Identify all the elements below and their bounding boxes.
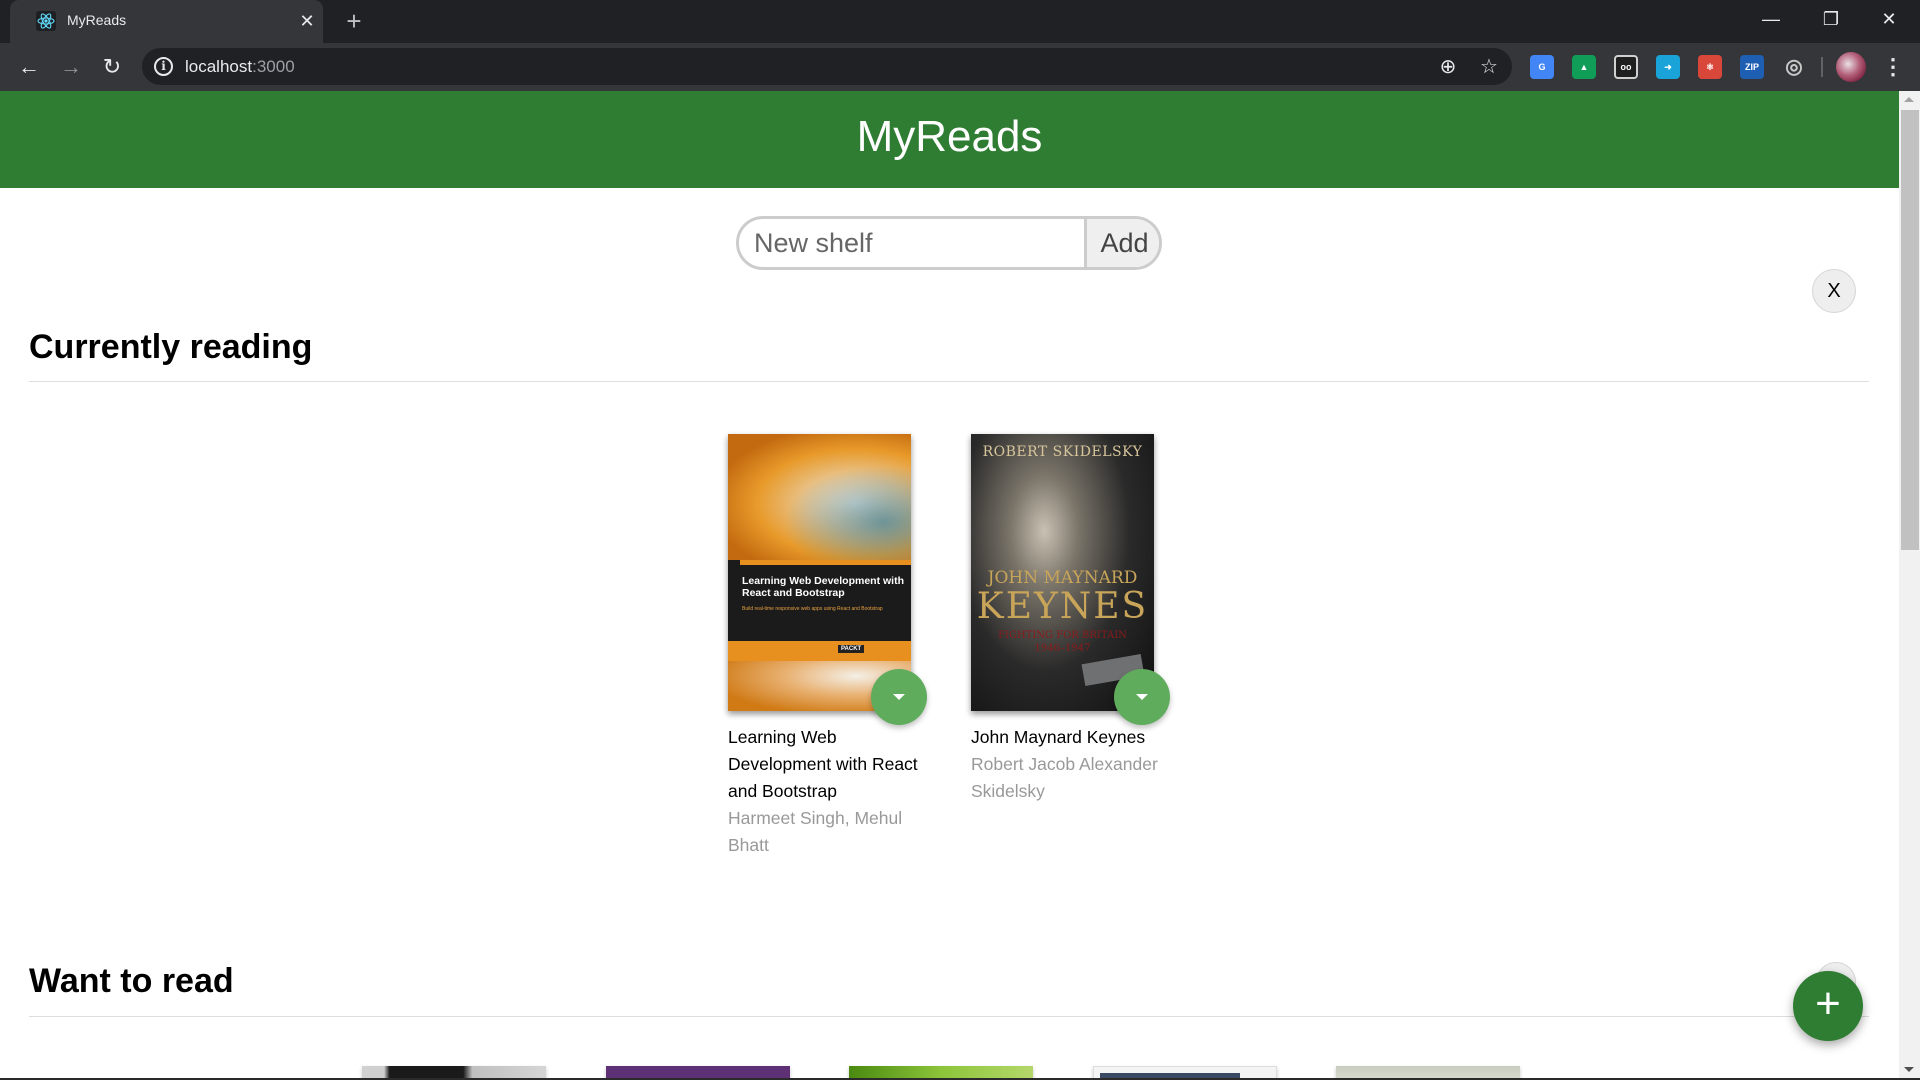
book-authors: Robert Jacob Alexander Skidelsky (971, 754, 1158, 801)
app-title: MyReads (856, 112, 1043, 161)
cover-publisher: PACKT (838, 645, 865, 653)
shelf-divider (29, 1016, 1869, 1017)
shelf-changer-button[interactable] (871, 669, 927, 725)
back-arrow-icon[interactable]: ← (14, 52, 44, 82)
new-shelf-input[interactable] (739, 219, 1085, 267)
forward-arrow-icon[interactable]: → (56, 52, 86, 82)
react-favicon-icon (36, 11, 56, 31)
new-shelf-form: Add (736, 216, 1162, 270)
new-tab-button[interactable]: + (340, 8, 368, 36)
shelf-divider (29, 381, 1869, 382)
shelf-currently-reading: Currently reading (29, 328, 1869, 888)
toolbar-divider (1821, 57, 1823, 77)
shelf-changer-button[interactable] (1114, 669, 1170, 725)
cover-author: ROBERT SKIDELSKY (982, 444, 1143, 460)
url-text[interactable]: localhost:3000 (185, 57, 295, 77)
url-host: localhost (185, 57, 253, 76)
tab-title: MyReads (67, 12, 127, 28)
shelf-title: Currently reading (29, 328, 313, 366)
book-title: Learning Web Development with React and … (728, 727, 918, 801)
scroll-up-arrow-icon[interactable] (1904, 97, 1914, 102)
target-extension-icon[interactable]: ◎ (1782, 55, 1806, 79)
url-port: :3000 (252, 57, 295, 76)
browser-tabstrip: MyReads ✕ + — ❐ ✕ (0, 0, 1920, 43)
close-window-button[interactable]: ✕ (1866, 4, 1912, 34)
book-title: John Maynard Keynes (971, 727, 1146, 747)
book-cover[interactable] (849, 1066, 1033, 1078)
cover-line1: JOHN MAYNARD (987, 568, 1138, 588)
react-devtools-extension-icon[interactable]: ⚛ (1698, 55, 1722, 79)
cover-line2: KEYNES (976, 586, 1149, 627)
book-cover: Learning Web Development with React and … (728, 434, 911, 711)
close-tab-icon[interactable]: ✕ (296, 10, 318, 32)
site-info-icon[interactable]: i (154, 57, 173, 76)
cover-years: 1946–1947 (1034, 643, 1091, 654)
share-extension-icon[interactable]: ➜ (1656, 55, 1680, 79)
book-authors: Harmeet Singh, Mehul Bhatt (728, 808, 903, 855)
glasses-extension-icon[interactable]: oo (1614, 55, 1638, 79)
profile-avatar[interactable] (1836, 52, 1866, 82)
page-scrollbar[interactable] (1899, 91, 1920, 1078)
cover-author-band: PACKT (728, 641, 911, 661)
book-cover[interactable] (606, 1066, 790, 1078)
cover-subtitle: FIGHTING FOR BRITAIN (998, 630, 1127, 641)
minimize-button[interactable]: — (1748, 4, 1794, 34)
remove-shelf-button[interactable]: X (1812, 269, 1856, 313)
bookmark-star-icon[interactable]: ☆ (1476, 54, 1502, 80)
browser-menu-icon[interactable]: ⋮ (1882, 52, 1904, 82)
scroll-down-arrow-icon[interactable] (1904, 1067, 1914, 1072)
scrollbar-thumb[interactable] (1901, 110, 1919, 550)
book-title-block: Learning Web Development with React and … (728, 724, 938, 859)
book-cover[interactable] (1093, 1066, 1277, 1078)
shelf-title: Want to read (29, 962, 234, 1000)
browser-toolbar: ← → ↻ i localhost:3000 ⊕ ☆ G ▲ oo ➜ ⚛ ZIP ◎ ⋮ (0, 43, 1920, 91)
reload-icon[interactable]: ↻ (97, 52, 127, 82)
add-book-button[interactable]: + (1793, 971, 1863, 1041)
page-viewport: MyReads Add Currently reading X Learning… (0, 91, 1899, 1078)
browser-tab[interactable]: MyReads ✕ (10, 0, 323, 43)
book-cover[interactable] (362, 1066, 546, 1078)
cover-subtitle: Build real-time responsive web apps usin… (742, 606, 883, 612)
zip-extension-icon[interactable]: ZIP (1740, 55, 1764, 79)
cover-art-tint (728, 434, 911, 560)
add-shelf-button[interactable]: Add (1084, 219, 1159, 267)
cover-band (740, 560, 911, 565)
app-header: MyReads (0, 91, 1899, 188)
zoom-in-icon[interactable]: ⊕ (1435, 54, 1461, 80)
maximize-button[interactable]: ❐ (1808, 4, 1854, 34)
cover-heading: Learning Web Development with React and … (742, 575, 904, 599)
address-bar[interactable]: i localhost:3000 ⊕ ☆ (142, 48, 1512, 85)
book-cover[interactable] (1336, 1066, 1520, 1078)
google-translate-extension-icon[interactable]: G (1530, 55, 1554, 79)
book-title-block: John Maynard Keynes Robert Jacob Alexand… (971, 724, 1181, 805)
google-drive-extension-icon[interactable]: ▲ (1572, 55, 1596, 79)
book-cover: ROBERT SKIDELSKY JOHN MAYNARD KEYNES FIG… (971, 434, 1154, 711)
